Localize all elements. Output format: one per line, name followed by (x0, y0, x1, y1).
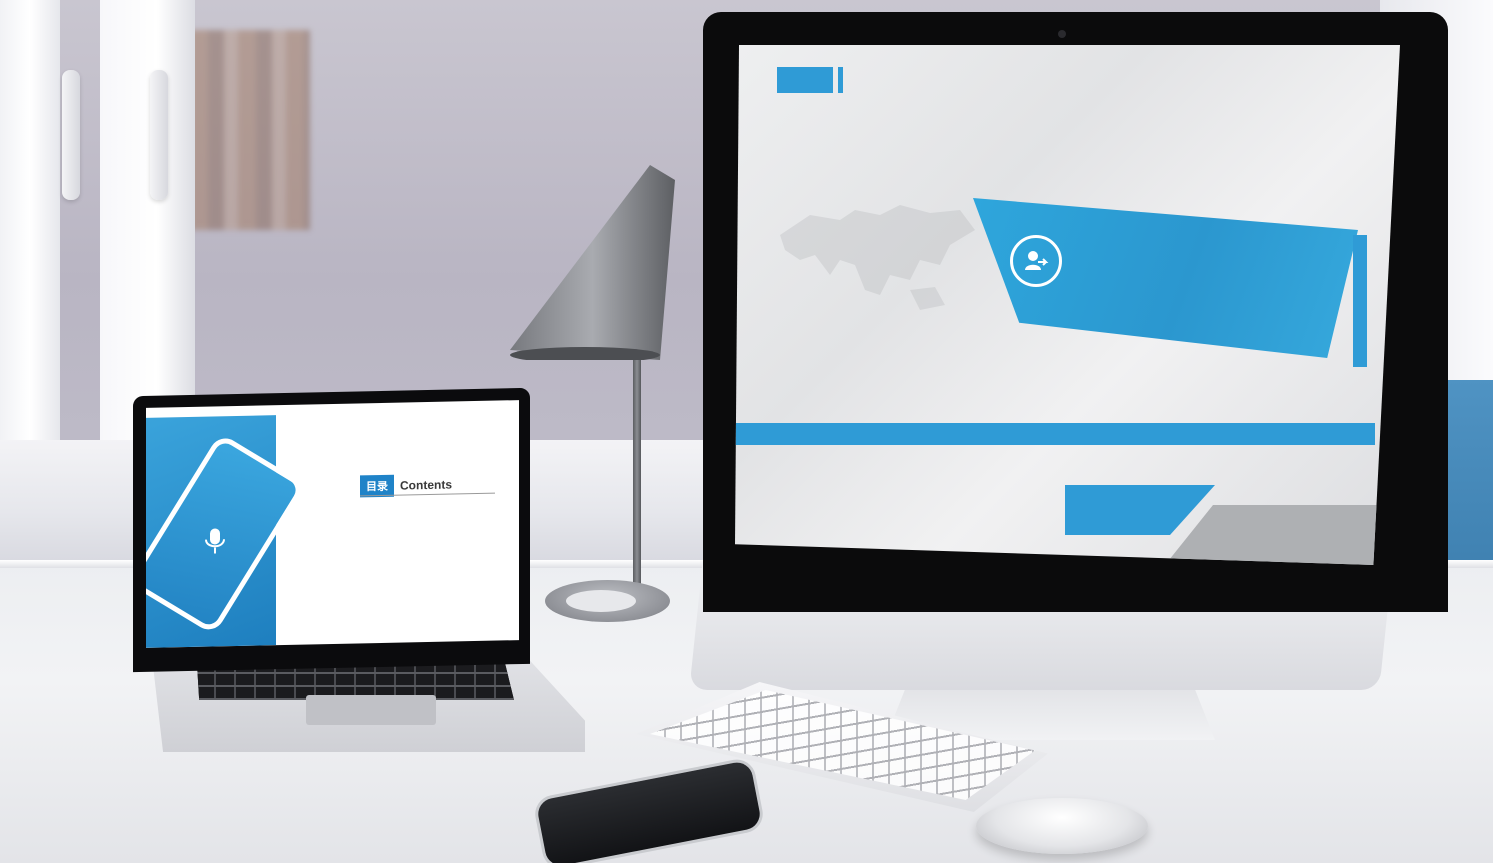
laptop-screen: 目录 Contents (146, 400, 519, 648)
slide-footer-blue (1065, 485, 1215, 535)
webcam (1058, 30, 1066, 38)
microphone-icon (201, 526, 229, 564)
slide-banner-accent (1353, 235, 1367, 367)
blurred-bookshelf (190, 30, 310, 230)
window-handle (150, 70, 168, 200)
monitor-screen (735, 45, 1400, 565)
laptop-touchpad (306, 695, 436, 725)
slide-contents-heading: Contents (400, 477, 452, 493)
desk-lamp-icon (510, 165, 675, 360)
world-map-icon (780, 205, 975, 310)
wireless-mouse (976, 798, 1148, 854)
slide-header-tab (777, 67, 833, 93)
slide-footer-grey (1165, 505, 1400, 565)
desk-workspace-scene: 目录 Contents (0, 0, 1493, 863)
lamp-pole (633, 330, 641, 592)
slide-header-tab-accent (838, 67, 843, 93)
window-handle (62, 70, 80, 200)
lamp-base-ring (566, 590, 636, 612)
slide-footer-bar (735, 423, 1375, 445)
user-transfer-icon (1010, 235, 1062, 287)
